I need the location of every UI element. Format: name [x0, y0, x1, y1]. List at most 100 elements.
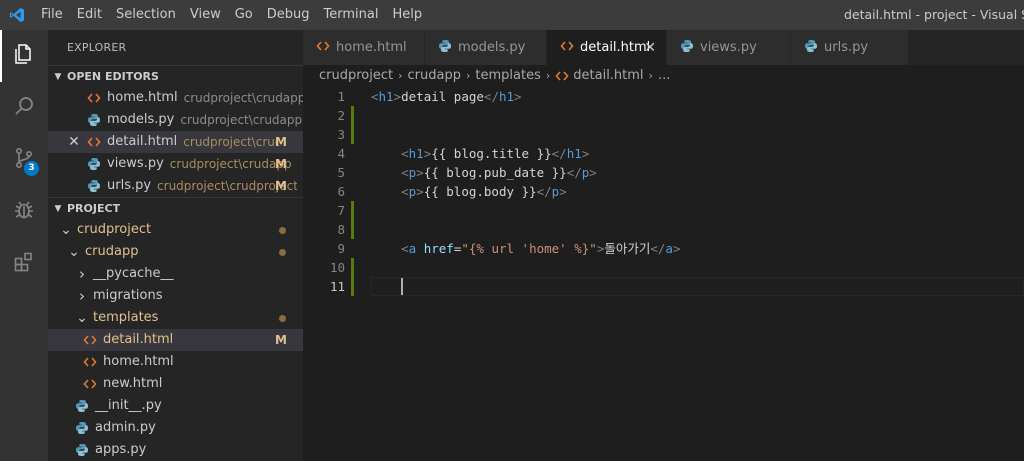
search-activity[interactable] — [0, 82, 48, 134]
modified-badge: M — [275, 179, 287, 193]
files-icon — [12, 42, 36, 70]
chevron-right-icon: › — [79, 287, 85, 305]
tree-item[interactable]: ⌄ templates — [48, 307, 303, 329]
window-title: detail.html - project - Visual Studio Co… — [844, 7, 1024, 22]
code-token: {{ blog.body }} — [423, 184, 537, 199]
open-editor-item[interactable]: urls.py crudproject\crudproject M — [48, 175, 303, 197]
tree-item[interactable]: apps.py — [48, 439, 303, 461]
tree-item-label: crudproject — [77, 222, 152, 237]
modified-badge: M — [275, 157, 287, 171]
tree-item[interactable]: home.html — [48, 351, 303, 373]
open-editor-name: detail.html — [107, 134, 178, 149]
line-number: 5 — [337, 165, 345, 180]
tree-item[interactable]: › migrations — [48, 285, 303, 307]
modified-dot — [279, 227, 286, 234]
explorer-activity[interactable] — [0, 30, 48, 82]
tab-home-html[interactable]: home.html — [303, 30, 425, 65]
open-editor-item[interactable]: models.py crudproject\crudapp — [48, 109, 303, 131]
line-number: 7 — [337, 203, 345, 218]
tab-views-py[interactable]: views.py — [667, 30, 791, 65]
html-icon — [560, 40, 574, 56]
python-icon — [74, 442, 90, 458]
tab-models-py[interactable]: models.py — [425, 30, 547, 65]
open-editors-section-header[interactable]: ▼ OPEN EDITORS — [48, 65, 303, 87]
open-editor-item[interactable]: ✕ detail.html crudproject\crud...M — [48, 131, 303, 153]
tree-item[interactable]: › __pycache__ — [48, 263, 303, 285]
html-icon — [555, 70, 569, 82]
tab-urls-py[interactable]: urls.py — [791, 30, 909, 65]
open-editors-label: OPEN EDITORS — [67, 69, 159, 83]
current-line-highlight — [371, 277, 1024, 296]
tab-label: detail.html — [580, 40, 651, 55]
code-editor[interactable]: 1 2 3 4 5 6 7 8 9 10 11 <h1>detail page</h1> <h1>{{… — [303, 87, 1024, 461]
open-editor-item[interactable]: home.html crudproject\crudapp\te... — [48, 87, 303, 109]
modified-badge: M — [275, 135, 287, 149]
code-token: < — [401, 184, 409, 199]
tree-item[interactable]: detail.html M — [48, 329, 303, 351]
line-number: 8 — [337, 222, 345, 237]
tab-label: urls.py — [824, 40, 869, 55]
modified-dot — [279, 315, 286, 322]
source-control-activity[interactable]: 3 — [0, 134, 48, 186]
code-token: < — [401, 241, 409, 256]
editor-tabs: home.html models.py detail.html ✕ views.py ur… — [303, 30, 1024, 65]
modified-badge: M — [275, 333, 287, 347]
menu-item-go[interactable]: Go — [228, 0, 260, 30]
extensions-icon — [12, 250, 36, 278]
breadcrumb-item[interactable]: crudapp — [408, 65, 461, 87]
open-editor-path: crudproject\crudapp — [180, 113, 303, 127]
code-token: < — [401, 146, 409, 161]
menu-item-file[interactable]: File — [34, 0, 70, 30]
code-token: > — [559, 184, 567, 199]
menu-item-terminal[interactable]: Terminal — [317, 0, 386, 30]
code-line: <h1>{{ blog.title }}</h1> — [371, 144, 589, 163]
code-token: h1 — [378, 89, 394, 104]
code-token: {{ blog.pub_date }} — [423, 165, 567, 180]
html-icon — [82, 354, 98, 370]
debug-activity[interactable] — [0, 186, 48, 238]
tree-item-label: migrations — [93, 288, 163, 303]
menu-item-view[interactable]: View — [183, 0, 228, 30]
menu-bar: File Edit Selection View Go Debug Terminal Help — [34, 0, 429, 30]
menu-item-help[interactable]: Help — [385, 0, 429, 30]
menu-item-edit[interactable]: Edit — [70, 0, 109, 30]
breadcrumb-item[interactable]: detail.html — [573, 65, 643, 87]
git-added-marker — [351, 106, 354, 125]
open-editor-item[interactable]: views.py crudproject\crudapp M — [48, 153, 303, 175]
breadcrumb-item[interactable]: ... — [658, 65, 670, 87]
tree-item[interactable]: ⌄ crudapp — [48, 241, 303, 263]
chevron-down-icon: ▼ — [54, 203, 62, 214]
menu-item-selection[interactable]: Selection — [109, 0, 183, 30]
close-icon[interactable]: ✕ — [644, 40, 656, 56]
breadcrumb-item[interactable]: crudproject — [319, 65, 393, 87]
tree-item-label: templates — [93, 310, 159, 325]
open-editor-name: models.py — [107, 112, 175, 127]
tree-item[interactable]: __init__.py — [48, 395, 303, 417]
code-token: > — [672, 241, 681, 256]
extensions-activity[interactable] — [0, 238, 48, 290]
tab-detail-html[interactable]: detail.html ✕ — [547, 30, 667, 65]
project-section-header[interactable]: ▼ PROJECT — [48, 197, 303, 219]
close-icon[interactable]: ✕ — [66, 131, 82, 153]
code-token: > — [416, 184, 424, 199]
code-line: <p>{{ blog.body }}</p> — [371, 182, 567, 201]
tree-item[interactable]: new.html — [48, 373, 303, 395]
chevron-right-icon: › — [648, 69, 653, 82]
chevron-right-icon: › — [398, 69, 403, 82]
menu-item-debug[interactable]: Debug — [260, 0, 317, 30]
code-token: > — [581, 146, 590, 161]
tree-item-label: home.html — [103, 354, 174, 369]
source-control-badge: 3 — [24, 161, 39, 176]
line-number: 4 — [337, 146, 345, 161]
git-added-marker — [351, 258, 354, 277]
tree-item[interactable]: admin.py — [48, 417, 303, 439]
code-token: {{ blog.title }} — [431, 146, 552, 161]
tree-item[interactable]: ⌄ crudproject — [48, 219, 303, 241]
code-token: </ — [650, 241, 666, 256]
line-number: 6 — [337, 184, 345, 199]
code-token: < — [371, 89, 379, 104]
breadcrumb-item[interactable]: templates — [475, 65, 540, 87]
html-icon — [82, 376, 98, 392]
